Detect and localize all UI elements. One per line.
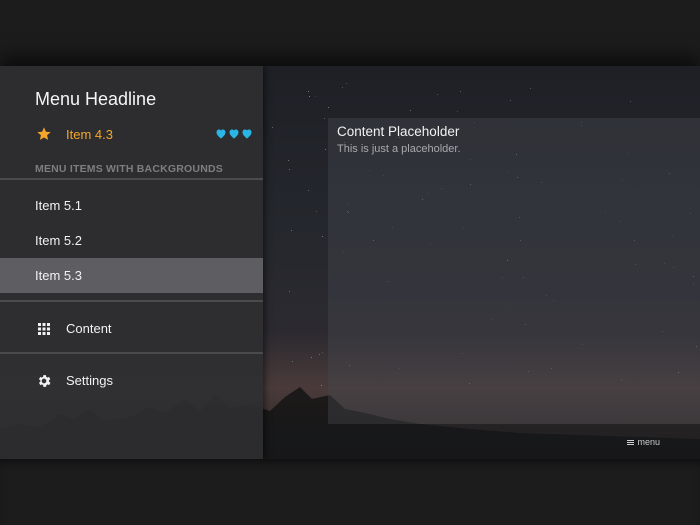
star-dot <box>307 190 309 192</box>
star-dot <box>288 169 290 171</box>
heart-badges <box>215 128 253 139</box>
menu-item-label: Item 5.2 <box>35 233 82 248</box>
app-frame: Content Placeholder This is just a place… <box>0 66 700 459</box>
heart-icon <box>242 129 252 139</box>
star-dot <box>509 100 511 102</box>
nav-item-label: Settings <box>66 373 113 388</box>
star-dot <box>288 290 290 292</box>
star-dot <box>630 100 632 102</box>
hamburger-icon <box>627 439 635 446</box>
star-dot <box>345 83 347 85</box>
heart-icon <box>229 129 239 139</box>
star-dot <box>322 351 324 353</box>
content-card-title: Content Placeholder <box>337 124 460 139</box>
star-dot <box>308 95 310 97</box>
star-dot <box>315 95 317 97</box>
star-dot <box>287 159 289 161</box>
nav-item-content[interactable]: Content <box>0 311 263 346</box>
star-dot <box>319 353 321 355</box>
star-dot <box>310 357 312 359</box>
star-dot <box>325 148 327 150</box>
bottom-bar <box>0 459 700 525</box>
section-title: MENU ITEMS WITH BACKGROUNDS <box>35 163 223 175</box>
nav-item-settings[interactable]: Settings <box>0 363 263 398</box>
menu-toggle-label: menu <box>637 437 660 447</box>
menu-toggle-button[interactable]: menu <box>627 437 660 447</box>
menu-item-4-3[interactable]: Item 4.3 <box>0 122 263 148</box>
star-dot <box>456 110 458 112</box>
gear-icon <box>38 375 51 387</box>
divider <box>0 352 263 354</box>
star-dot <box>322 236 324 238</box>
star-dot <box>290 230 292 232</box>
star-dot <box>460 91 462 93</box>
star-dot <box>291 361 293 363</box>
menu-item-4-3-label: Item 4.3 <box>66 127 113 142</box>
star-dot <box>315 210 317 212</box>
nav-item-label: Content <box>66 321 112 336</box>
content-card-text: This is just a placeholder. <box>337 143 461 155</box>
star-icon <box>37 127 51 140</box>
star-dot <box>308 90 310 92</box>
divider <box>0 300 263 302</box>
grid-icon <box>38 323 50 335</box>
menu-item-5-1[interactable]: Item 5.1 <box>0 188 263 223</box>
star-dot <box>328 107 330 109</box>
content-card: Content Placeholder This is just a place… <box>328 118 700 424</box>
side-drawer: Menu Headline Item 4.3 MENU ITEMS WITH B… <box>0 66 263 459</box>
star-dot <box>436 94 438 96</box>
heart-icon <box>216 129 226 139</box>
star-dot <box>409 109 411 111</box>
star-dot <box>272 126 274 128</box>
menu-item-label: Item 5.1 <box>35 198 82 213</box>
menu-item-5-3[interactable]: Item 5.3 <box>0 258 263 293</box>
star-dot <box>323 117 325 119</box>
menu-item-5-2[interactable]: Item 5.2 <box>0 223 263 258</box>
star-dot <box>341 87 343 89</box>
menu-headline: Menu Headline <box>35 89 157 109</box>
menu-item-label: Item 5.3 <box>35 268 82 283</box>
star-dot <box>529 88 531 89</box>
divider <box>0 178 263 180</box>
top-bar <box>0 0 700 66</box>
